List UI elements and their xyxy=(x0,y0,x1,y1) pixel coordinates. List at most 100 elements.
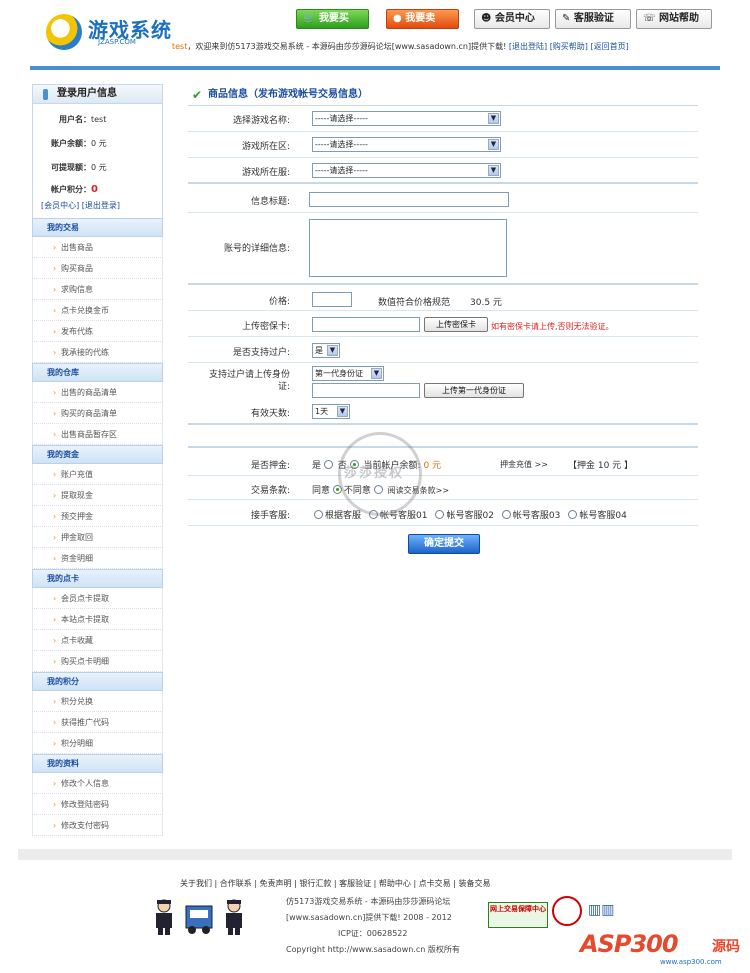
buy-help-link[interactable]: [购买帮助] xyxy=(550,42,588,51)
sidebar-group-title: 我的交易 xyxy=(32,218,163,237)
info-title-input[interactable] xyxy=(309,192,509,207)
welcome-bar: test，欢迎来到仿5173游戏交易系统 - 本源码由莎莎源码论坛[www.sa… xyxy=(172,41,742,52)
site-help-button[interactable]: ☏ 网站帮助 xyxy=(636,9,712,29)
coin-icon: ● xyxy=(393,13,406,24)
member-center-link[interactable]: [会员中心] xyxy=(41,201,79,210)
id-type-select[interactable]: 第一代身份证 ▼ xyxy=(312,366,384,381)
footer-line-2: [www.sasadown.cn]提供下载! 2008 - 2012 xyxy=(286,913,452,922)
sidebar-group-title: 我的仓库 xyxy=(32,363,163,382)
detail-textarea[interactable] xyxy=(309,219,507,277)
sidebar-item[interactable]: 账户充值 xyxy=(32,464,163,485)
chevron-down-icon: ▼ xyxy=(488,165,499,176)
id-file-input[interactable] xyxy=(312,383,420,398)
welcome-user: test xyxy=(172,42,188,51)
deposit-yes-radio[interactable] xyxy=(323,460,333,469)
service-label: 帐号客服03 xyxy=(512,511,561,521)
police-car-icon xyxy=(185,905,213,934)
sidebar-item[interactable]: 积分兑换 xyxy=(32,691,163,712)
withdraw-value: 0 元 xyxy=(91,163,107,172)
logo-icon[interactable] xyxy=(46,14,82,50)
police-icon xyxy=(156,899,172,935)
sidebar-item[interactable]: 修改支付密码 xyxy=(32,815,163,836)
service-label: 根据客服 xyxy=(325,511,362,521)
sidebar-item[interactable]: 出售商品 xyxy=(32,237,163,258)
sidebar-item[interactable]: 押金取回 xyxy=(32,527,163,548)
service-radio[interactable] xyxy=(568,510,578,519)
sidebar-item[interactable]: 购买的商品清单 xyxy=(32,403,163,424)
sidebar-item[interactable]: 提取现金 xyxy=(32,485,163,506)
footer-links[interactable]: 关于我们 | 合作联系 | 免责声明 | 银行汇款 | 客服验证 | 帮助中心 … xyxy=(180,878,490,889)
security-card-file-input[interactable] xyxy=(312,317,420,332)
balance-value: 0 元 xyxy=(91,139,107,148)
asp300-url[interactable]: www.asp300.com xyxy=(660,958,722,966)
sidebar-group-title: 我的资料 xyxy=(32,754,163,773)
valid-days-select[interactable]: 1天 ▼ xyxy=(312,404,350,419)
service-verify-button[interactable]: ✎ 客服验证 xyxy=(555,9,631,29)
sidebar-item[interactable]: 会员点卡提取 xyxy=(32,588,163,609)
sidebar-item[interactable]: 我承接的代练 xyxy=(32,342,163,363)
service-radio[interactable] xyxy=(501,510,511,519)
username-value: test xyxy=(91,115,107,124)
asp300-logo[interactable]: ASP300 xyxy=(580,930,679,958)
sidebar-item[interactable]: 点卡收藏 xyxy=(32,630,163,651)
sidebar-item[interactable]: 购买商品 xyxy=(32,258,163,279)
sidebar-title: 登录用户信息 xyxy=(32,84,163,104)
trade-guarantee-badge[interactable]: 网上交易保障中心 xyxy=(488,902,548,928)
service-label: 帐号客服02 xyxy=(446,511,494,521)
cart-icon: 🛒 xyxy=(303,13,319,24)
sidebar-item[interactable]: 积分明细 xyxy=(32,733,163,754)
member-center-button[interactable]: ☻ 会员中心 xyxy=(474,9,550,29)
sidebar-item[interactable]: 修改个人信息 xyxy=(32,773,163,794)
chevron-down-icon: ▼ xyxy=(488,139,499,150)
verify-icon: ✎ xyxy=(562,13,574,24)
chevron-down-icon: ▼ xyxy=(371,368,382,379)
upload-id-button[interactable]: 上传第一代身份证 xyxy=(424,383,524,398)
price-note: 数值符合价格规范 xyxy=(378,298,451,308)
sidebar-group-title: 我的积分 xyxy=(32,672,163,691)
home-link[interactable]: [返回首页] xyxy=(590,42,628,51)
price-input[interactable] xyxy=(312,292,352,307)
sidebar-logout-link[interactable]: [退出登录] xyxy=(82,201,120,210)
chevron-down-icon: ▼ xyxy=(488,113,499,124)
user-info-panel: 用户名：test 账户余额：0 元 可提现额：0 元 帐户积分：0 [会员中心]… xyxy=(32,104,163,218)
service-radio[interactable] xyxy=(314,510,323,519)
certification-seal-icon[interactable] xyxy=(552,896,582,926)
sidebar-item[interactable]: 购买点卡明细 xyxy=(32,651,163,672)
sidebar-item[interactable]: 点卡兑换金币 xyxy=(32,300,163,321)
upload-security-card-button[interactable]: 上传密保卡 xyxy=(424,317,488,332)
welcome-text: ，欢迎来到仿5173游戏交易系统 - 本源码由莎莎源码论坛[www.sasado… xyxy=(187,42,507,51)
sidebar-item[interactable]: 本站点卡提取 xyxy=(32,609,163,630)
chevron-down-icon: ▼ xyxy=(327,345,338,356)
watermark-text: 莎莎授权 xyxy=(344,466,405,481)
service-radio[interactable] xyxy=(435,510,445,519)
game-select[interactable]: -----请选择----- ▼ xyxy=(312,111,501,126)
buy-button[interactable]: 🛒 我要买 xyxy=(296,9,369,29)
deposit-balance: 0 元 xyxy=(423,461,442,471)
police-icon xyxy=(226,899,242,935)
footer-divider xyxy=(18,849,732,860)
chevron-down-icon: ▼ xyxy=(337,406,348,417)
user-icon: ☻ xyxy=(481,13,495,24)
sidebar-group-title: 我的资金 xyxy=(32,445,163,464)
deposit-amount: 【押金 10 元 】 xyxy=(568,461,634,471)
asp300-code-label: 源码 xyxy=(712,939,740,955)
deposit-recharge-link[interactable]: 押金充值 >> xyxy=(500,459,548,470)
sidebar-item[interactable]: 出售商品暂存区 xyxy=(32,424,163,445)
server-select[interactable]: -----请选择----- ▼ xyxy=(312,163,501,178)
sidebar-item[interactable]: 获得推广代码 xyxy=(32,712,163,733)
submit-button[interactable]: 确定提交 xyxy=(408,534,480,554)
building-icon[interactable]: ▥▥ xyxy=(588,902,614,918)
sidebar-item[interactable]: 发布代练 xyxy=(32,321,163,342)
sidebar-item[interactable]: 求购信息 xyxy=(32,279,163,300)
sell-button[interactable]: ● 我要卖 xyxy=(386,9,459,29)
sidebar-item[interactable]: 资金明细 xyxy=(32,548,163,569)
sidebar-item[interactable]: 预交押金 xyxy=(32,506,163,527)
sidebar-item[interactable]: 出售的商品清单 xyxy=(32,382,163,403)
sidebar-item[interactable]: 修改登陆密码 xyxy=(32,794,163,815)
price-value: 30.5 元 xyxy=(470,298,502,308)
area-select[interactable]: -----请选择----- ▼ xyxy=(312,137,501,152)
logo-subtitle: JZASP.COM xyxy=(98,38,136,46)
transfer-select[interactable]: 是 ▼ xyxy=(312,343,340,358)
logout-link[interactable]: [退出登陆] xyxy=(509,42,547,51)
header-divider xyxy=(30,66,720,70)
